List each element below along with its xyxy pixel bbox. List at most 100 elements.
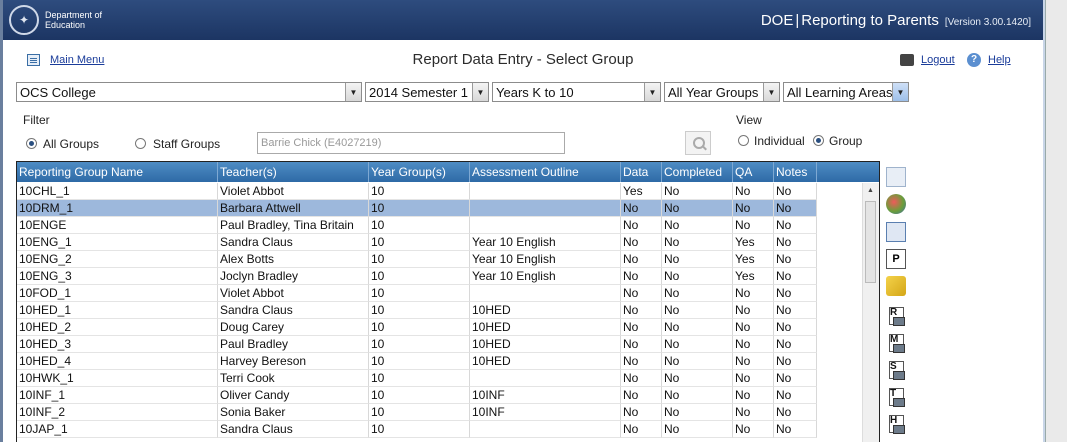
table-row[interactable]: 10FOD_1 Violet Abbot 10 No No No No: [17, 285, 817, 302]
table-cell: 10ENG_1: [17, 234, 218, 251]
calendar-icon[interactable]: [886, 222, 906, 242]
app-name: Reporting to Parents: [801, 12, 939, 29]
comments-icon[interactable]: [886, 276, 906, 296]
table-cell: No: [733, 353, 774, 370]
table-cell: No: [774, 370, 817, 387]
table-scrollbar[interactable]: ▲: [862, 183, 879, 442]
group-label: Group: [829, 134, 863, 148]
help-link[interactable]: Help: [988, 54, 1011, 66]
app-prefix: DOE: [760, 12, 794, 29]
print-report-icon[interactable]: H: [886, 414, 906, 436]
edit-report-icon[interactable]: [886, 167, 906, 187]
app-version: [Version 3.00.1420]: [944, 17, 1031, 28]
printer-shape: [893, 344, 905, 353]
table-row[interactable]: 10ENG_2 Alex Botts 10 Year 10 English No No Ye…: [17, 251, 817, 268]
chevron-down-icon[interactable]: ▼: [892, 83, 908, 101]
year-groups-select[interactable]: All Year Groups ▼: [664, 82, 780, 102]
table-cell: [470, 217, 621, 234]
print-report-icon[interactable]: T: [886, 387, 906, 409]
table-cell: No: [774, 251, 817, 268]
table-cell: 10INF: [470, 404, 621, 421]
table-row[interactable]: 10ENG_3 Joclyn Bradley 10 Year 10 English No…: [17, 268, 817, 285]
table-row[interactable]: 10DRM_1 Barbara Attwell 10 No No No No: [17, 200, 817, 217]
learning-areas-select-value: All Learning Areas: [787, 85, 893, 100]
scrollbar-thumb[interactable]: [865, 201, 876, 283]
table-cell: No: [662, 370, 733, 387]
printer-shape: [893, 398, 905, 407]
table-row[interactable]: 10INF_2 Sonia Baker 10 10INF No No No No: [17, 404, 817, 421]
table-cell: No: [733, 200, 774, 217]
years-select[interactable]: Years K to 10 ▼: [492, 82, 661, 102]
all-groups-label: All Groups: [43, 137, 100, 151]
column-header[interactable]: Completed: [662, 162, 733, 182]
table-cell: Harvey Bereson: [218, 353, 369, 370]
table-row[interactable]: 10CHL_1 Violet Abbot 10 Yes No No No: [17, 183, 817, 200]
staff-groups-radio[interactable]: [135, 138, 146, 149]
learning-areas-select[interactable]: All Learning Areas ▼: [783, 82, 909, 102]
column-header[interactable]: Notes: [774, 162, 817, 182]
globe-chart-icon[interactable]: [886, 194, 906, 214]
table-cell: Year 10 English: [470, 234, 621, 251]
table-cell: No: [733, 285, 774, 302]
chevron-down-icon[interactable]: ▼: [345, 83, 361, 101]
table-row[interactable]: 10ENGE Paul Bradley, Tina Britain 10 No No No…: [17, 217, 817, 234]
logout-link[interactable]: Logout: [921, 54, 955, 66]
table-cell: No: [621, 234, 662, 251]
table-cell: 10: [369, 251, 470, 268]
table-row[interactable]: 10INF_1 Oliver Candy 10 10INF No No No No: [17, 387, 817, 404]
print-report-icon[interactable]: R: [886, 306, 906, 328]
table-row[interactable]: 10HED_4 Harvey Bereson 10 10HED No No No No: [17, 353, 817, 370]
table-row[interactable]: 10HED_1 Sandra Claus 10 10HED No No No No: [17, 302, 817, 319]
table-row[interactable]: 10HED_2 Doug Carey 10 10HED No No No No: [17, 319, 817, 336]
publish-icon[interactable]: P: [886, 249, 906, 269]
school-select[interactable]: OCS College ▼: [16, 82, 362, 102]
table-cell: No: [662, 353, 733, 370]
table-cell: Year 10 English: [470, 268, 621, 285]
group-radio[interactable]: [813, 135, 824, 146]
search-button[interactable]: [685, 131, 711, 155]
staff-input[interactable]: Barrie Chick (E4027219): [257, 132, 565, 154]
table-cell: Year 10 English: [470, 251, 621, 268]
chevron-down-icon[interactable]: ▼: [472, 83, 488, 101]
chevron-down-icon[interactable]: ▼: [644, 83, 660, 101]
column-header[interactable]: Teacher(s): [218, 162, 369, 182]
table-cell: No: [621, 421, 662, 438]
table-cell: No: [621, 217, 662, 234]
all-groups-radio[interactable]: [26, 138, 37, 149]
table-row[interactable]: 10HWK_1 Terri Cook 10 No No No No: [17, 370, 817, 387]
print-report-icon[interactable]: S: [886, 360, 906, 382]
table-cell: No: [774, 404, 817, 421]
column-header[interactable]: QA: [733, 162, 774, 182]
main-content: Main Menu Report Data Entry - Select Gro…: [3, 40, 1043, 442]
logout-icon[interactable]: [900, 54, 914, 66]
table-cell: 10INF: [470, 387, 621, 404]
column-header[interactable]: Data: [621, 162, 662, 182]
print-report-icon[interactable]: M: [886, 333, 906, 355]
scroll-up-icon[interactable]: ▲: [867, 187, 874, 194]
table-row[interactable]: 10HED_3 Paul Bradley 10 10HED No No No No: [17, 336, 817, 353]
table-cell: 10: [369, 268, 470, 285]
semester-select[interactable]: 2014 Semester 1 ▼: [365, 82, 489, 102]
help-icon[interactable]: ?: [967, 53, 981, 67]
brand-line-2: Education: [45, 20, 86, 30]
table-cell: No: [621, 251, 662, 268]
table-cell: No: [621, 404, 662, 421]
column-header[interactable]: Reporting Group Name: [17, 162, 218, 182]
table-cell: 10HED_1: [17, 302, 218, 319]
chevron-down-icon[interactable]: ▼: [763, 83, 779, 101]
table-cell: No: [774, 183, 817, 200]
department-brand: Department of Education: [45, 10, 102, 30]
table-cell: 10: [369, 183, 470, 200]
table-cell: No: [621, 370, 662, 387]
column-header[interactable]: Assessment Outline: [470, 162, 621, 182]
table-row[interactable]: 10ENG_1 Sandra Claus 10 Year 10 English No No…: [17, 234, 817, 251]
printer-shape: [893, 371, 905, 380]
individual-radio[interactable]: [738, 135, 749, 146]
table-cell: No: [774, 285, 817, 302]
printer-shape: [893, 425, 905, 434]
column-header[interactable]: Year Group(s): [369, 162, 470, 182]
table-cell: No: [733, 404, 774, 421]
table-cell: 10: [369, 353, 470, 370]
table-cell: No: [774, 353, 817, 370]
table-row[interactable]: 10JAP_1 Sandra Claus 10 No No No No: [17, 421, 817, 438]
